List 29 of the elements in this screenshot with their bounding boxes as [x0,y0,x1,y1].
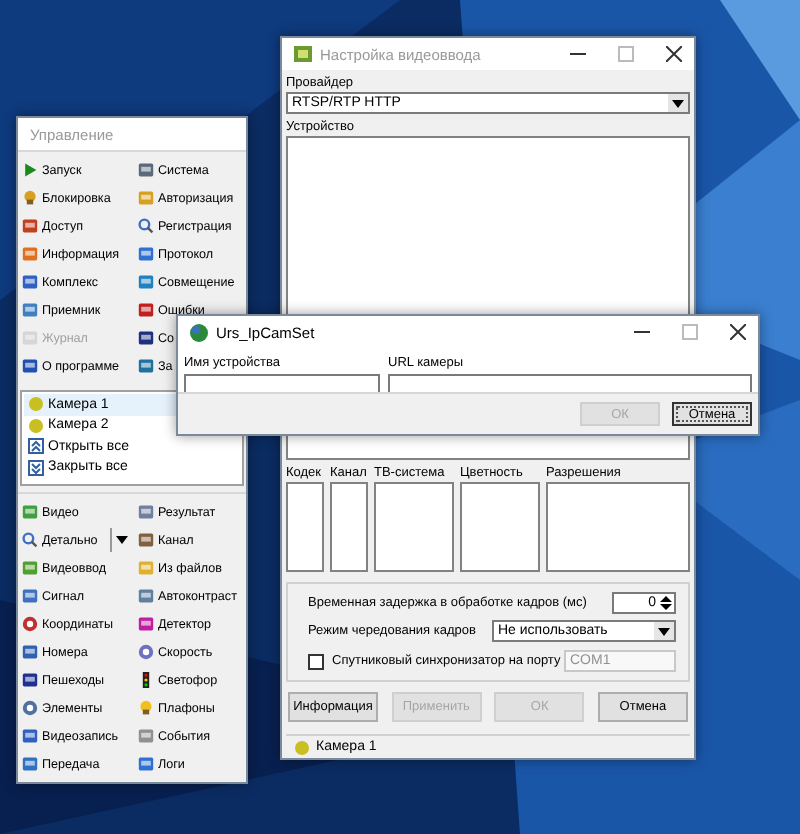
option-list[interactable] [374,482,454,572]
play-icon [22,162,38,178]
status-dot-icon [28,396,44,413]
minimize-icon [570,52,586,56]
caret-icon [658,627,670,636]
app-icon [294,46,312,62]
caret-icon [672,99,684,107]
minimize-icon [634,330,650,334]
option-list[interactable] [460,482,540,572]
input-field[interactable] [184,374,380,392]
magnifier-icon [22,532,38,548]
maximize-icon [618,46,634,62]
input-field[interactable] [388,374,752,392]
bulb-icon [138,700,154,716]
spinner-arrows-icon [660,593,672,612]
caret-icon [115,536,128,544]
maximize-icon [682,324,698,340]
close-icon [730,324,746,340]
status-dot-icon [28,417,44,434]
magnifier-icon [138,218,154,234]
option-list[interactable] [330,482,368,572]
option-list[interactable] [546,482,690,572]
up-arrows-icon [28,438,44,455]
traffic-light-icon [138,672,154,688]
down-arrows-icon [28,459,44,476]
option-list[interactable] [286,482,324,572]
status-dot-icon [294,739,310,755]
checkbox[interactable] [308,653,324,670]
close-icon [666,46,682,62]
